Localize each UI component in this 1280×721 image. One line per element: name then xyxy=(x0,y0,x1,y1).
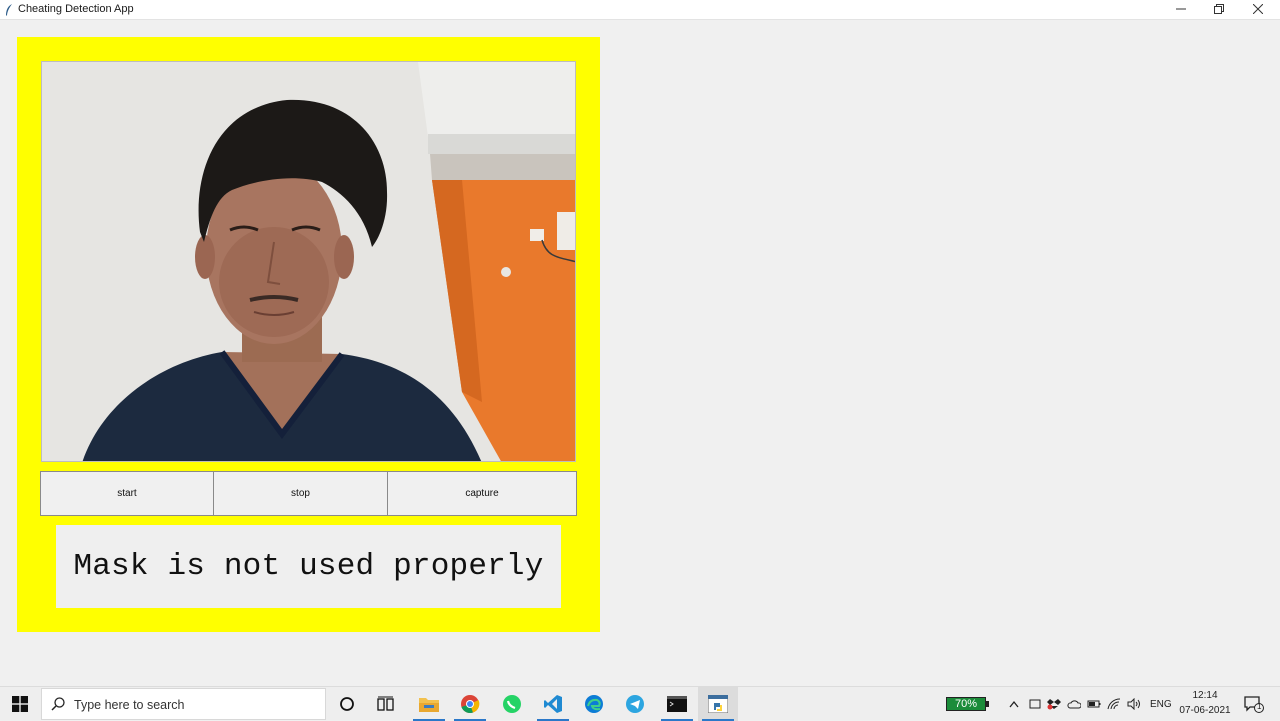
folder-icon xyxy=(419,698,439,712)
tray-meet-now[interactable] xyxy=(1026,687,1044,721)
tray-network[interactable] xyxy=(1105,687,1123,721)
taskbar-edge[interactable] xyxy=(574,687,614,721)
device-icon xyxy=(1029,699,1041,709)
volume-icon xyxy=(1127,698,1140,710)
taskbar-terminal[interactable] xyxy=(657,687,697,721)
stop-button[interactable]: stop xyxy=(214,472,388,515)
search-icon xyxy=(51,697,65,711)
battery-tip xyxy=(986,701,989,707)
cortana-button[interactable] xyxy=(330,687,364,721)
capture-button[interactable]: capture xyxy=(388,472,576,515)
start-button[interactable]: start xyxy=(41,472,214,515)
app-area: start stop capture Mask is not used prop… xyxy=(0,20,1280,686)
terminal-icon xyxy=(667,696,687,712)
telegram-icon xyxy=(626,695,644,713)
taskbar-file-explorer[interactable] xyxy=(409,687,449,721)
taskbar-vscode[interactable] xyxy=(533,687,573,721)
status-box: Mask is not used properly xyxy=(56,525,561,608)
status-message: Mask is not used properly xyxy=(73,549,544,584)
control-buttons: start stop capture xyxy=(40,471,577,516)
tray-volume[interactable] xyxy=(1125,687,1143,721)
task-view-button[interactable] xyxy=(369,687,403,721)
chrome-icon xyxy=(461,695,480,714)
clock-date[interactable]: 07-06-2021 xyxy=(1176,705,1234,716)
battery-indicator[interactable]: 70% xyxy=(946,697,986,711)
title-bar: Cheating Detection App xyxy=(0,0,1280,20)
python-window-icon xyxy=(708,695,728,713)
taskbar-python-app[interactable] xyxy=(698,687,738,721)
chevron-up-icon xyxy=(1009,700,1019,708)
restore-icon xyxy=(1214,4,1224,14)
taskbar: Type here to search 70% ENG 12:14 07-06-… xyxy=(0,686,1280,721)
battery-icon xyxy=(1087,700,1101,708)
vscode-icon xyxy=(544,695,562,713)
tray-power[interactable] xyxy=(1085,687,1103,721)
webcam-frame-image xyxy=(42,62,575,461)
task-view-icon xyxy=(377,696,394,711)
dropbox-icon xyxy=(1047,699,1061,710)
feather-icon xyxy=(6,4,12,16)
tray-onedrive[interactable] xyxy=(1065,687,1083,721)
language-indicator[interactable]: ENG xyxy=(1150,699,1172,710)
close-button[interactable] xyxy=(1239,0,1277,20)
cortana-icon xyxy=(340,697,354,711)
taskbar-whatsapp[interactable] xyxy=(492,687,532,721)
taskbar-chrome[interactable] xyxy=(450,687,490,721)
windows-icon xyxy=(12,696,28,712)
minimize-icon xyxy=(1176,8,1186,10)
restore-button[interactable] xyxy=(1200,0,1238,20)
show-hidden-icons-button[interactable] xyxy=(1005,687,1023,721)
notification-count: 1 xyxy=(1257,702,1262,711)
window-title: Cheating Detection App xyxy=(18,3,134,15)
taskbar-telegram[interactable] xyxy=(615,687,655,721)
close-icon xyxy=(1253,4,1263,14)
cloud-icon xyxy=(1067,700,1081,709)
action-center-button[interactable]: 1 xyxy=(1240,687,1268,721)
taskbar-search-box[interactable]: Type here to search xyxy=(41,688,326,720)
minimize-button[interactable] xyxy=(1162,0,1200,20)
wifi-icon xyxy=(1107,698,1121,710)
main-panel: start stop capture Mask is not used prop… xyxy=(17,37,600,632)
whatsapp-icon xyxy=(503,695,521,713)
edge-icon xyxy=(585,695,603,713)
start-menu-button[interactable] xyxy=(0,687,40,721)
tray-dropbox[interactable] xyxy=(1045,687,1063,721)
camera-feed xyxy=(41,61,576,462)
clock-time[interactable]: 12:14 xyxy=(1180,690,1230,701)
search-placeholder: Type here to search xyxy=(74,698,185,712)
